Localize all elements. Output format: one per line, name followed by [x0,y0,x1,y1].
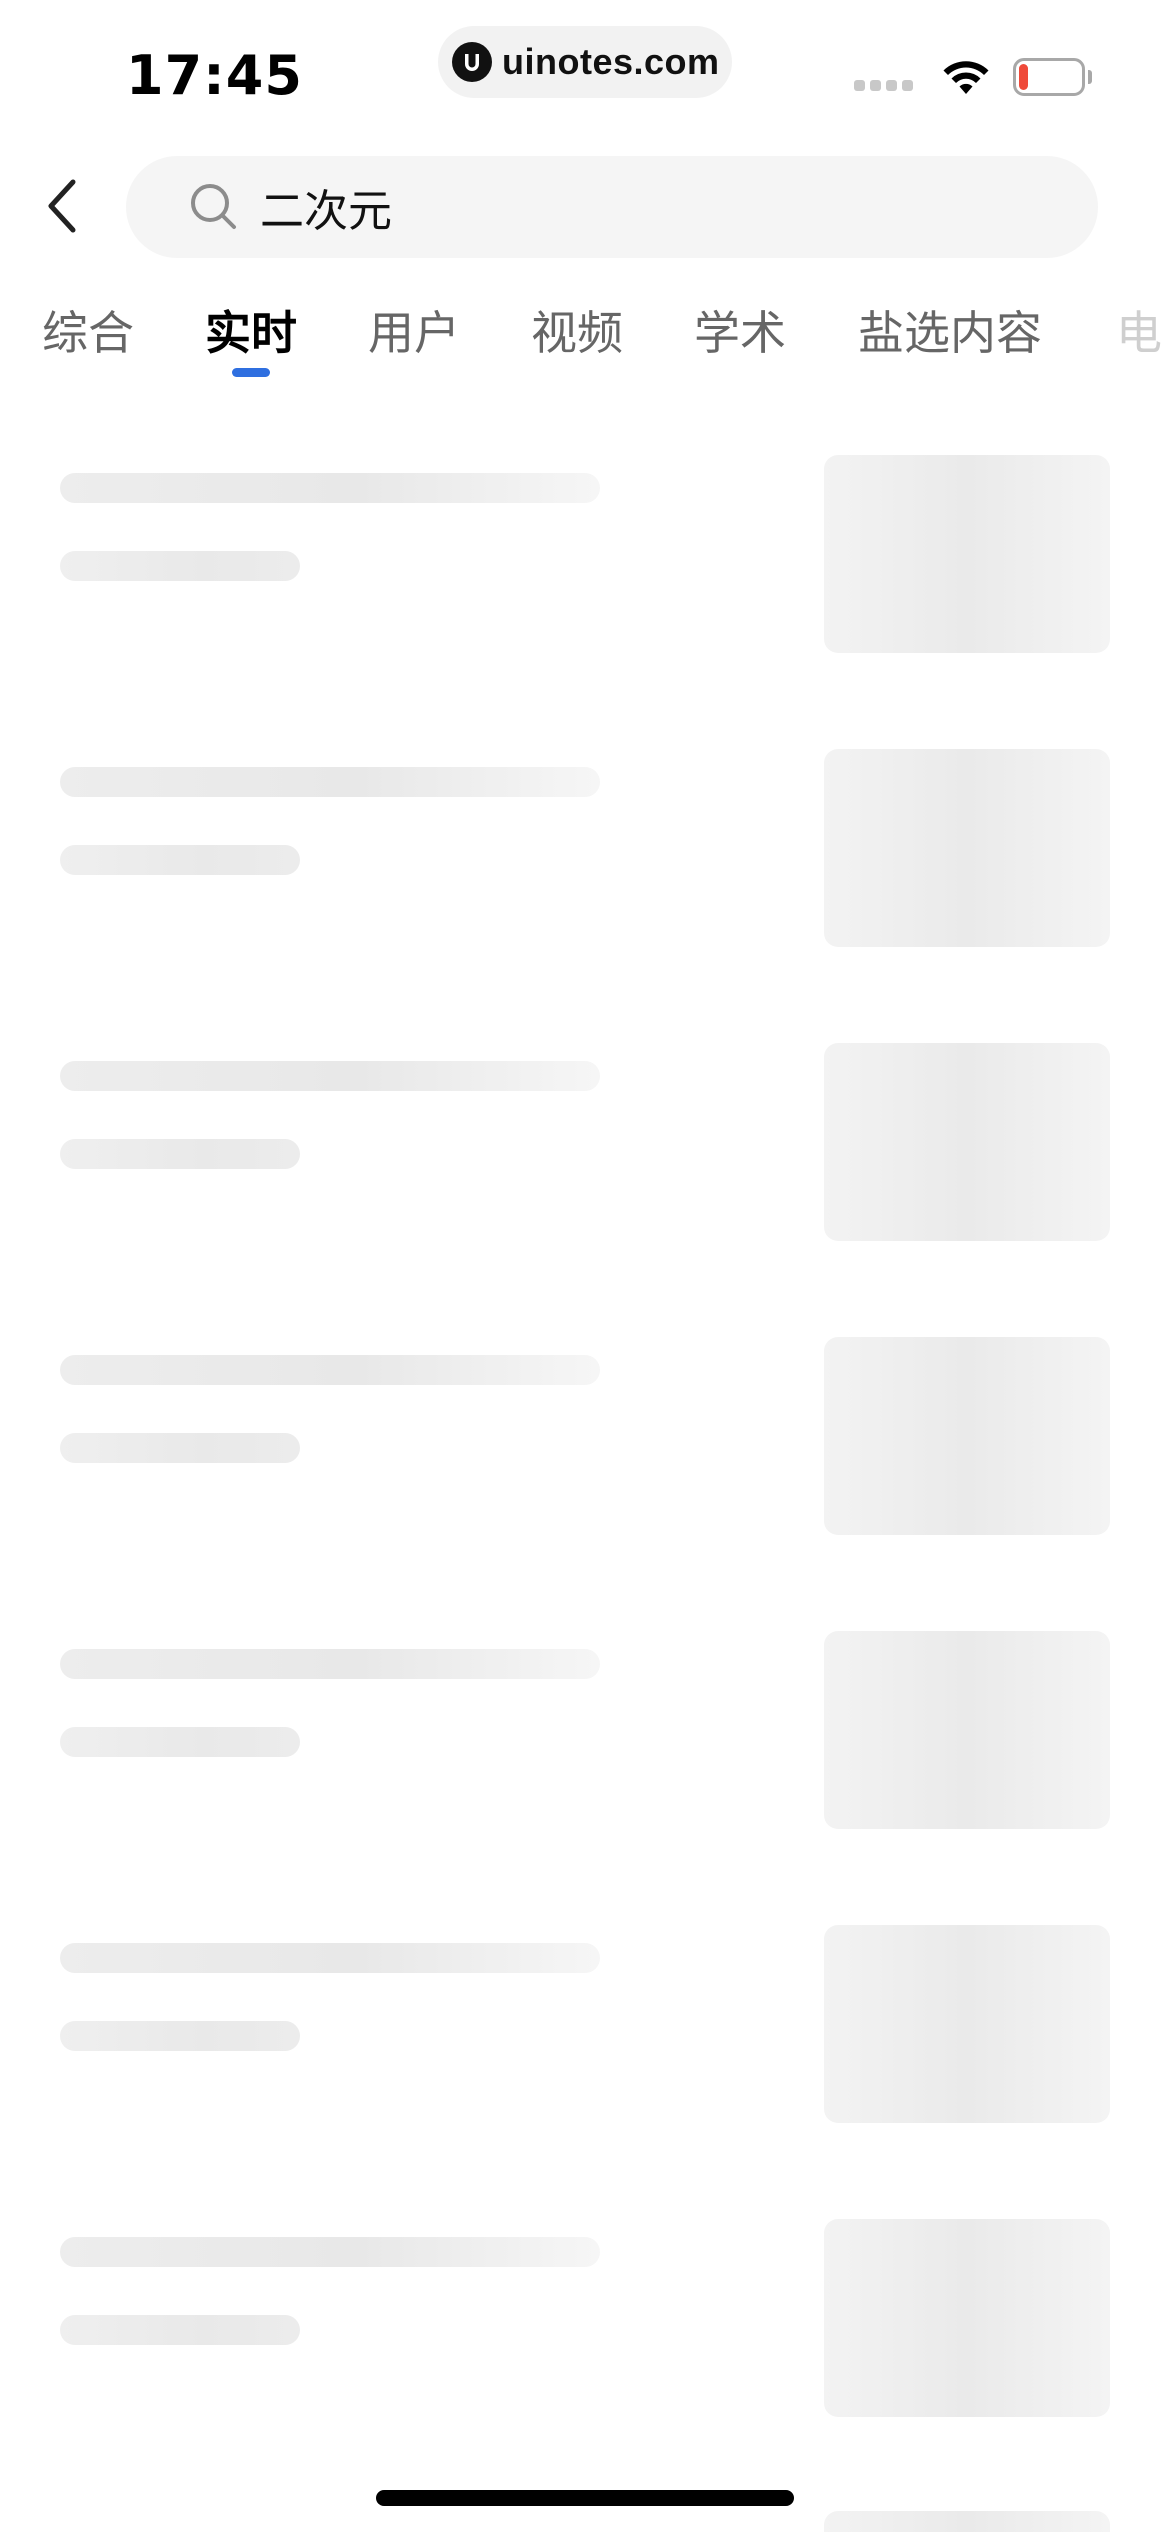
skeleton-thumbnail [824,2511,1110,2532]
battery-icon [1013,58,1085,96]
skeleton-title-line [60,1943,600,1973]
tab-videos[interactable]: 视频 [531,296,623,370]
tab-more[interactable]: 电 [1116,296,1162,370]
skeleton-title-line [60,767,600,797]
skeleton-meta-line [60,551,300,581]
tab-academic[interactable]: 学术 [694,296,786,370]
wifi-icon [943,61,989,94]
status-time: 17:45 [126,44,303,107]
skeleton-thumbnail [824,1925,1110,2123]
skeleton-meta-line [60,2315,300,2345]
search-input[interactable] [260,181,960,233]
skeleton-title-line [60,1649,600,1679]
tab-users[interactable]: 用户 [368,296,460,370]
skeleton-meta-line [60,845,300,875]
home-indicator[interactable] [376,2490,794,2506]
site-logo-icon [452,42,492,82]
skeleton-item [0,749,1170,947]
url-pill[interactable]: uinotes.com [438,26,732,98]
skeleton-thumbnail [824,1337,1110,1535]
search-box[interactable] [126,156,1098,258]
active-tab-indicator [232,368,270,377]
skeleton-item [0,455,1170,653]
search-icon [191,184,236,229]
battery-fill [1019,64,1028,90]
url-text: uinotes.com [502,41,720,82]
tab-yanxuan-content[interactable]: 盐选内容 [858,296,1042,370]
skeleton-item [0,1337,1170,1535]
skeleton-title-line [60,2237,600,2267]
skeleton-meta-line [60,1433,300,1463]
skeleton-item [0,1631,1170,1829]
skeleton-item [0,1043,1170,1241]
skeleton-meta-line [60,1139,300,1169]
skeleton-thumbnail [824,1043,1110,1241]
skeleton-meta-line [60,2021,300,2051]
skeleton-meta-line [60,1727,300,1757]
back-button[interactable] [36,170,88,242]
skeleton-title-line [60,1355,600,1385]
status-indicators [854,52,1092,102]
chevron-left-icon [48,179,76,233]
tab-comprehensive[interactable]: 综合 [42,296,134,370]
skeleton-item [0,2511,1170,2532]
skeleton-title-line [60,473,600,503]
skeleton-thumbnail [824,2219,1110,2417]
skeleton-item [0,2219,1170,2417]
skeleton-thumbnail [824,455,1110,653]
signal-icon [854,79,913,91]
skeleton-item [0,1925,1170,2123]
skeleton-thumbnail [824,749,1110,947]
skeleton-thumbnail [824,1631,1110,1829]
skeleton-title-line [60,1061,600,1091]
tab-bar: 综合 实时 用户 视频 学术 盐选内容 电 [0,296,1170,392]
tab-realtime[interactable]: 实时 [205,296,297,370]
